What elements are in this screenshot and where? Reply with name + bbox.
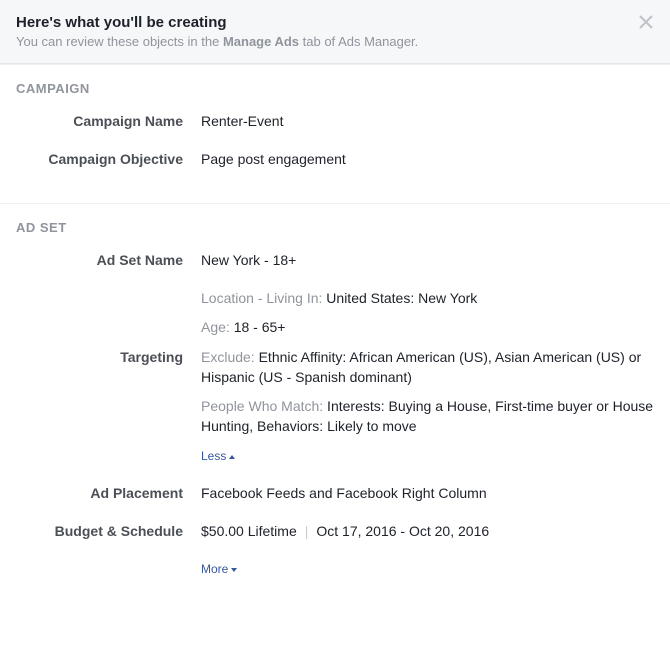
campaign-section: CAMPAIGN Campaign Name Renter-Event Camp… [0,64,670,203]
campaign-name-value: Renter-Event [201,112,654,132]
spacer [16,559,201,560]
adset-budget-value: $50.00 Lifetime | Oct 17, 2016 - Oct 20, 2… [201,522,654,542]
adset-name-row: Ad Set Name New York - 18+ [16,251,654,271]
adset-budget-row: Budget & Schedule $50.00 Lifetime | Oct 17… [16,522,654,542]
targeting-match-key: People Who Match: [201,398,323,414]
campaign-name-label: Campaign Name [16,112,201,129]
dialog-header: Here's what you'll be creating You can r… [0,0,670,64]
divider-pipe: | [305,523,309,539]
targeting-location-key: Location - Living In: [201,290,322,306]
adset-section: AD SET Ad Set Name New York - 18+ Target… [0,203,670,613]
targeting-exclude-val: Ethnic Affinity: African American (US), … [201,349,641,385]
campaign-objective-value: Page post engagement [201,150,654,170]
targeting-age-val: 18 - 65+ [230,319,286,335]
more-container: More [201,559,654,579]
close-icon[interactable] [638,14,654,30]
subtitle-pre: You can review these objects in the [16,34,223,49]
campaign-objective-label: Campaign Objective [16,150,201,167]
less-label: Less [201,448,226,465]
more-label: More [201,561,228,578]
budget-amount: $50.00 Lifetime [201,523,297,539]
adset-name-value: New York - 18+ [201,251,654,271]
adset-section-title: AD SET [16,220,654,235]
targeting-exclude-key: Exclude: [201,349,255,365]
adset-targeting-row: Targeting Location - Living In: United S… [16,289,654,466]
caret-up-icon [229,455,235,459]
adset-placement-row: Ad Placement Facebook Feeds and Facebook… [16,484,654,504]
subtitle-bold: Manage Ads [223,34,299,49]
targeting-match: People Who Match: Interests: Buying a Ho… [201,397,654,436]
adset-name-label: Ad Set Name [16,251,201,268]
targeting-location-val: United States: New York [322,290,477,306]
adset-placement-label: Ad Placement [16,484,201,501]
adset-placement-value: Facebook Feeds and Facebook Right Column [201,484,654,504]
adset-targeting-value: Location - Living In: United States: New… [201,289,654,466]
dialog-title: Here's what you'll be creating [16,14,654,31]
targeting-age: Age: 18 - 65+ [201,318,654,338]
targeting-less-toggle[interactable]: Less [201,448,235,465]
subtitle-post: tab of Ads Manager. [299,34,418,49]
adset-more-row: More [16,559,654,579]
targeting-exclude: Exclude: Ethnic Affinity: African Americ… [201,348,654,387]
campaign-name-row: Campaign Name Renter-Event [16,112,654,132]
campaign-section-title: CAMPAIGN [16,81,654,96]
adset-more-toggle[interactable]: More [201,561,237,578]
adset-budget-label: Budget & Schedule [16,522,201,539]
caret-down-icon [231,568,237,572]
schedule-range: Oct 17, 2016 - Oct 20, 2016 [316,523,489,539]
targeting-age-key: Age: [201,319,230,335]
dialog-subtitle: You can review these objects in the Mana… [16,34,654,49]
campaign-objective-row: Campaign Objective Page post engagement [16,150,654,170]
targeting-location: Location - Living In: United States: New… [201,289,654,309]
adset-targeting-label: Targeting [16,289,201,365]
